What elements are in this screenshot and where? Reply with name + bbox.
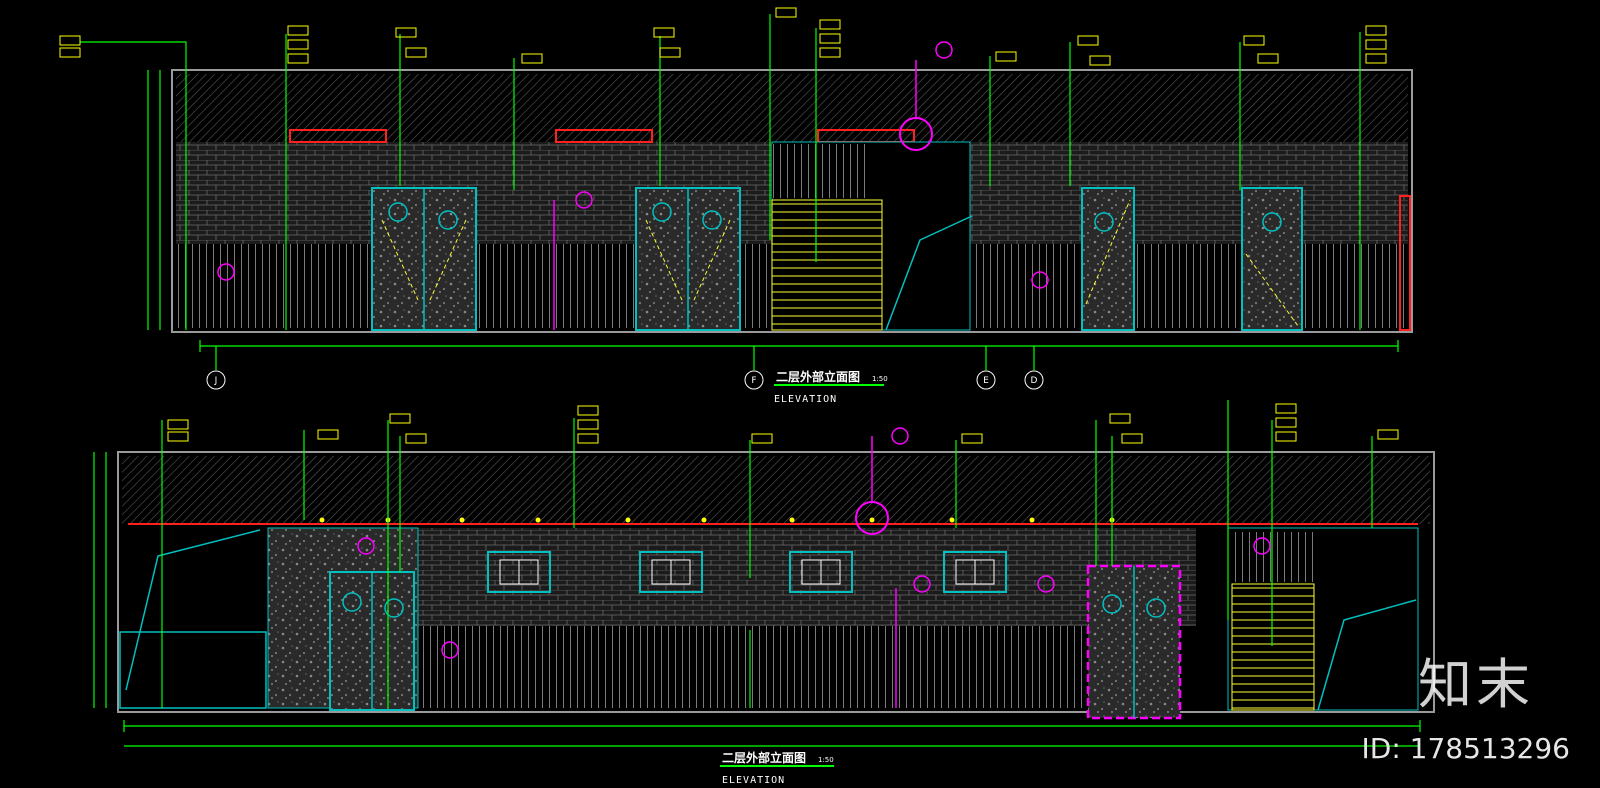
grid-label-E: E [983, 376, 989, 386]
top-stone-door [371, 187, 477, 331]
top-roof-hatch [176, 74, 1408, 142]
top-stair-rail [772, 144, 866, 198]
grid-label-D: D [1031, 376, 1038, 386]
top-drawing-subtitle: ELEVATION [774, 394, 837, 405]
top-magenta-tag [935, 41, 953, 59]
watermark-brand: 知末 [1418, 653, 1534, 716]
bottom-glass-railing [119, 631, 267, 709]
top-stone-door [1081, 187, 1135, 331]
bottom-magenta-tag [891, 427, 909, 445]
bottom-annotation-tags [167, 403, 1399, 444]
watermark-id: ID: 178513296 [1361, 732, 1570, 765]
top-scale-note: 1:50 [872, 375, 888, 383]
bottom-drawing-title: 二层外部立面图 [722, 750, 806, 765]
bottom-stair-rail [1232, 532, 1314, 582]
bottom-roof-hatch [122, 456, 1430, 524]
top-stone-door [635, 187, 741, 331]
bottom-entry-slope [125, 529, 261, 691]
top-drawing-title: 二层外部立面图 [776, 369, 860, 384]
bottom-brick-wall [416, 528, 1196, 626]
bottom-lower-cladding [416, 626, 1096, 708]
top-stone-door [1241, 187, 1303, 331]
top-elevation: J F E D 二层外部立面图 1:50 ELEVATION [59, 7, 1413, 405]
bottom-stone-door [329, 571, 415, 711]
top-stair-treads [771, 199, 883, 331]
grid-label-F: F [751, 376, 756, 386]
bottom-stone-door-highlighted [1086, 564, 1182, 720]
bottom-stair-treads [1231, 583, 1315, 711]
grid-label-J: J [214, 376, 218, 386]
elevation-drawing-canvas: J F E D 二层外部立面图 1:50 ELEVATION 二层外部立面图 1… [59, 7, 1435, 786]
top-annotation-tags [59, 7, 1387, 66]
bottom-scale-note: 1:50 [818, 756, 834, 764]
bottom-elevation: 二层外部立面图 1:50 ELEVATION [93, 400, 1435, 786]
bottom-drawing-subtitle: ELEVATION [722, 775, 785, 786]
